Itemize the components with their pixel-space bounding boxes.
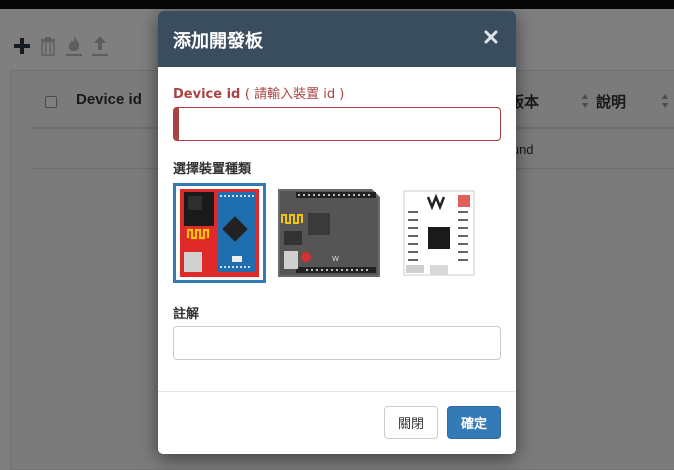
device-id-input[interactable]: [173, 107, 501, 141]
board-mini-image: [403, 190, 475, 276]
device-id-label: Device id ( 請輸入裝置 id ): [173, 83, 344, 102]
board-option-uno[interactable]: W: [276, 183, 382, 283]
note-input[interactable]: [173, 326, 501, 360]
device-id-hint: ( 請輸入裝置 id ): [244, 87, 345, 102]
dialog-footer: 關閉 確定: [158, 391, 516, 454]
dialog-header: 添加開發板: [158, 11, 516, 67]
board-type-selector: W: [173, 183, 503, 283]
confirm-button[interactable]: 確定: [447, 406, 501, 439]
board-option-mini[interactable]: [398, 183, 478, 283]
close-button[interactable]: 關閉: [384, 406, 438, 439]
dialog-title: 添加開發板: [173, 31, 263, 52]
close-icon[interactable]: [479, 25, 503, 49]
device-type-label: 選擇裝置種類: [173, 162, 252, 177]
svg-text:W: W: [332, 255, 339, 263]
device-id-label-text: Device id: [173, 87, 241, 102]
board-option-nano[interactable]: [173, 183, 266, 283]
board-uno-image: W: [278, 189, 380, 277]
board-nano-image: [176, 186, 263, 280]
add-board-dialog: 添加開發板 Device id ( 請輸入裝置 id ) 選擇裝置種類 W 註解…: [158, 11, 516, 454]
note-label: 註解: [173, 307, 200, 322]
